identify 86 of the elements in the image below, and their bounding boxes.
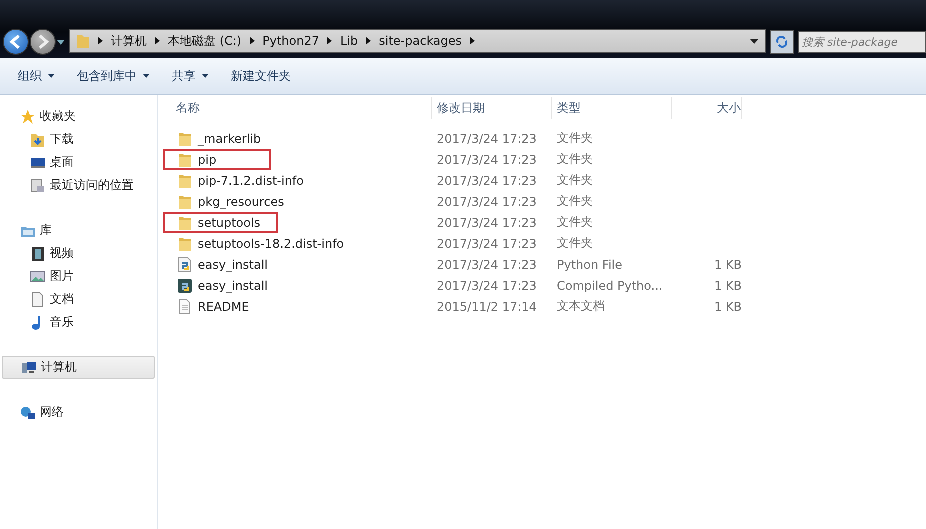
- chevron-icon[interactable]: [98, 37, 103, 45]
- network-icon: [20, 404, 36, 420]
- table-cell-text: 文件夹: [556, 130, 594, 147]
- refresh-button[interactable]: [770, 30, 794, 54]
- sidebar-item[interactable]: 收藏夹: [0, 105, 157, 128]
- breadcrumb-item[interactable]: 本地磁盘 (C:): [168, 32, 242, 50]
- picture-icon: [30, 268, 46, 284]
- table-cell-text: 2017/3/24 17:23: [436, 132, 538, 146]
- star-icon: [20, 108, 36, 124]
- caret-icon[interactable]: [57, 40, 65, 44]
- sidebar-item[interactable]: 桌面: [0, 151, 157, 174]
- table-cell-text: 文件夹: [556, 235, 594, 252]
- toolbar-button[interactable]: 包含到库中: [69, 64, 158, 88]
- column-header[interactable]: 大小: [672, 97, 742, 119]
- toolbar-button[interactable]: 组织: [10, 64, 63, 88]
- folder-icon: [177, 214, 193, 230]
- file-name[interactable]: pip-7.1.2.dist-info: [163, 170, 423, 191]
- file-name[interactable]: easy_install: [163, 275, 423, 296]
- sidebar-item[interactable]: 文档: [0, 288, 157, 311]
- table-cell-text: 2017/3/24 17:23: [436, 236, 538, 250]
- table-cell-text: 2017/3/24 17:23: [436, 194, 538, 208]
- toolbar-button[interactable]: 共享: [164, 64, 217, 88]
- python-file-icon: [177, 256, 193, 272]
- computer-icon: [21, 360, 37, 376]
- table-cell: 1 KB: [714, 278, 742, 292]
- sidebar-item[interactable]: 网络: [0, 401, 157, 424]
- file-name[interactable]: README: [163, 296, 423, 317]
- search-field[interactable]: 搜索 site-package: [798, 31, 926, 53]
- table-cell-text: 2017/3/24 17:23: [436, 258, 538, 272]
- table-cell-text: 2015/11/2 17:14: [436, 300, 538, 314]
- forward-button[interactable]: [30, 29, 56, 55]
- breadcrumb-item[interactable]: Python27: [262, 34, 320, 48]
- folder-icon: [177, 172, 193, 188]
- table-cell-text: 文本文档: [556, 298, 606, 315]
- table-cell-text: 文件夹: [556, 151, 594, 168]
- column-header[interactable]: 修改日期: [432, 97, 552, 119]
- folder-icon: [177, 194, 193, 210]
- folder-icon: [177, 236, 193, 252]
- folder-icon: [177, 152, 193, 168]
- table-cell-text: Compiled Pytho...: [556, 278, 664, 292]
- sidebar-item[interactable]: 下载: [0, 128, 157, 151]
- address-bar[interactable]: 计算机 本地磁盘 (C:) Python27 Lib site-packages: [69, 29, 766, 53]
- toolbar-button[interactable]: 新建文件夹: [223, 64, 299, 88]
- sidebar-item[interactable]: 最近访问的位置: [0, 174, 157, 197]
- table-cell: 1 KB: [714, 258, 742, 272]
- refresh-icon: [775, 35, 789, 49]
- breadcrumb-item[interactable]: Lib: [340, 34, 358, 48]
- table-cell-text: 2017/3/24 17:23: [436, 216, 538, 230]
- file-name[interactable]: pkg_resources: [163, 191, 423, 212]
- document-icon: [30, 292, 46, 308]
- chevron-icon[interactable]: [250, 37, 255, 45]
- dropdown-icon[interactable]: [750, 38, 759, 44]
- download-icon: [30, 132, 46, 148]
- table-cell-text: 2017/3/24 17:23: [436, 278, 538, 292]
- table-cell-text: 2017/3/24 17:23: [436, 152, 538, 166]
- sidebar-item[interactable]: 库: [0, 219, 157, 242]
- python-file-icon: [177, 278, 193, 294]
- column-header[interactable]: 类型: [552, 97, 672, 119]
- chevron-icon[interactable]: [155, 37, 160, 45]
- table-cell-text: 文件夹: [556, 214, 594, 231]
- back-button[interactable]: [3, 29, 29, 55]
- file-name[interactable]: setuptools-18.2.dist-info: [163, 233, 423, 254]
- document-icon: [177, 298, 193, 314]
- folder-icon: [177, 130, 193, 146]
- file-name[interactable]: _markerlib: [163, 128, 423, 149]
- breadcrumb-item[interactable]: 计算机: [111, 32, 147, 50]
- video-icon: [30, 246, 46, 262]
- table-cell: 1 KB: [714, 300, 742, 314]
- sidebar-item[interactable]: 视频: [0, 242, 157, 265]
- sidebar-item[interactable]: 计算机: [2, 356, 155, 379]
- table-cell-text: 2017/3/24 17:23: [436, 174, 538, 188]
- file-name[interactable]: easy_install: [163, 254, 423, 275]
- breadcrumb-item[interactable]: site-packages: [379, 34, 462, 48]
- chevron-icon[interactable]: [366, 37, 372, 45]
- table-cell-text: Python File: [556, 258, 624, 272]
- sidebar-item[interactable]: 音乐: [0, 311, 157, 334]
- chevron-icon[interactable]: [470, 37, 476, 45]
- table-cell-text: 文件夹: [556, 172, 594, 189]
- column-header[interactable]: 名称: [158, 97, 432, 119]
- file-name[interactable]: pip: [163, 149, 271, 170]
- sidebar-item[interactable]: 图片: [0, 265, 157, 288]
- chevron-icon[interactable]: [327, 37, 332, 45]
- folder-icon: [76, 33, 90, 49]
- file-name[interactable]: setuptools: [163, 212, 278, 233]
- table-cell-text: 文件夹: [556, 193, 594, 210]
- recent-icon: [30, 178, 46, 194]
